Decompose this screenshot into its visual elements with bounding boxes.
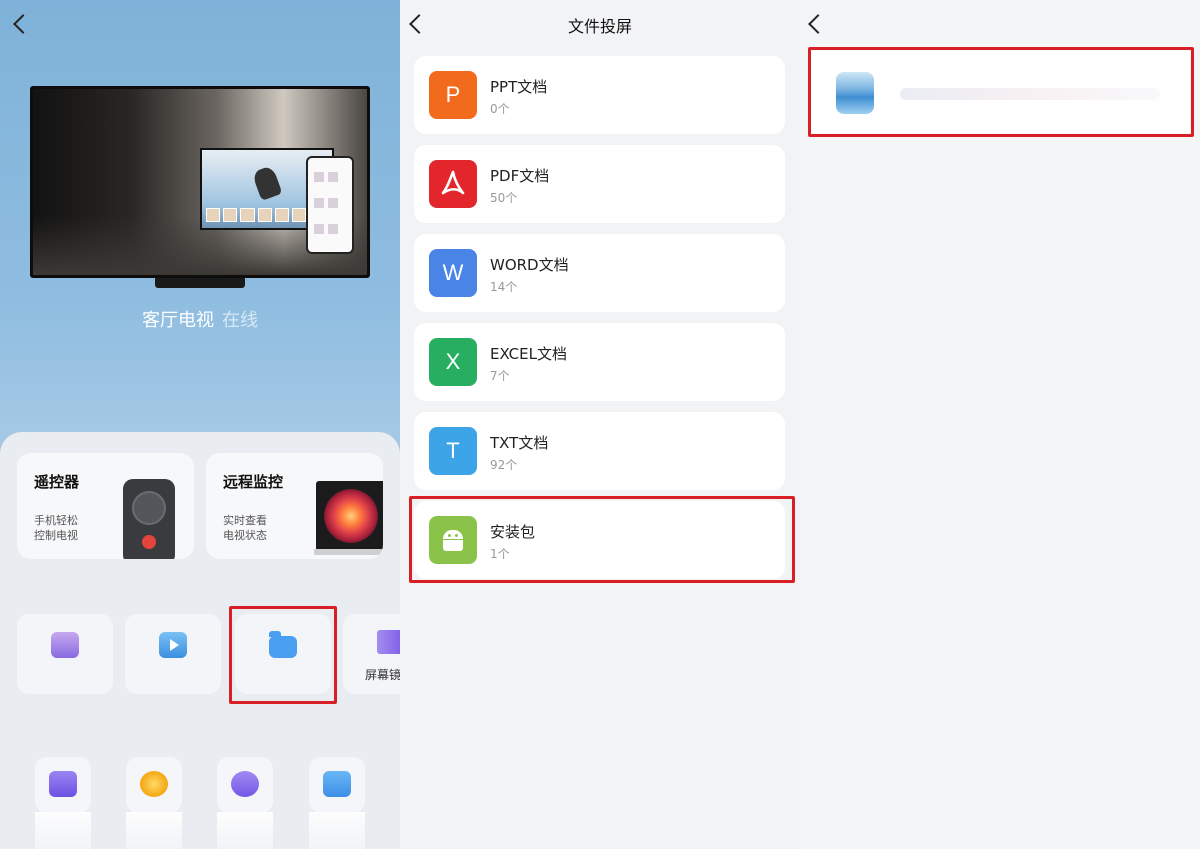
remote-control-card[interactable]: 遥控器 手机轻松 控制电视 xyxy=(17,453,194,559)
photo-cast-tile[interactable] xyxy=(17,614,113,694)
tv-stand xyxy=(155,278,245,288)
category-ppt[interactable]: P PPT文档 0个 xyxy=(414,56,785,134)
highlight-file-tile xyxy=(229,606,337,704)
screenshot-root: 客厅电视 在线 遥控器 手机轻松 控制电视 远程监控 实时查看 电视状态 屏幕镜… xyxy=(0,0,1200,849)
image-icon xyxy=(51,632,79,658)
phone-overlay xyxy=(306,156,354,254)
excel-icon: X xyxy=(429,338,477,386)
device-online-status: 在线 xyxy=(222,310,258,331)
highlight-package-item xyxy=(808,47,1194,137)
category-count: 7个 xyxy=(490,369,510,383)
remote-card-subtitle: 手机轻松 控制电视 xyxy=(34,514,78,542)
screen-mirror-tile[interactable]: 屏幕镜 xyxy=(343,614,400,694)
video-play-icon xyxy=(159,632,187,658)
back-icon[interactable] xyxy=(13,14,33,34)
category-name: PDF文档 xyxy=(490,167,550,185)
category-count: 0个 xyxy=(490,102,510,116)
highlight-apk-category xyxy=(409,496,795,583)
category-pdf[interactable]: PDF文档 50个 xyxy=(414,145,785,223)
category-count: 92个 xyxy=(490,458,518,472)
shortcut-camera[interactable] xyxy=(309,757,365,813)
package-list-panel xyxy=(800,0,1200,849)
page-title: 文件投屏 xyxy=(567,17,632,36)
pdf-icon xyxy=(429,160,477,208)
category-word[interactable]: W WORD文档 14个 xyxy=(414,234,785,312)
remote-monitor-card[interactable]: 远程监控 实时查看 电视状态 xyxy=(206,453,383,559)
video-cast-tile[interactable] xyxy=(125,614,221,694)
category-count: 50个 xyxy=(490,191,518,205)
category-name: TXT文档 xyxy=(490,434,549,452)
monitor-card-subtitle: 实时查看 电视状态 xyxy=(223,514,267,542)
txt-icon: T xyxy=(429,427,477,475)
magic-star-icon xyxy=(140,771,168,797)
monitor-card-title: 远程监控 xyxy=(223,473,284,491)
category-name: EXCEL文档 xyxy=(490,345,567,363)
video-camera-icon xyxy=(323,771,351,797)
device-name: 客厅电视 xyxy=(142,310,214,331)
shortcut-voice[interactable] xyxy=(217,757,273,813)
remote-card-title: 遥控器 xyxy=(34,473,80,491)
tv-screen-icon xyxy=(49,771,77,797)
ppt-icon: P xyxy=(429,71,477,119)
device-home-panel: 客厅电视 在线 遥控器 手机轻松 控制电视 远程监控 实时查看 电视状态 屏幕镜 xyxy=(0,0,400,849)
laptop-icon xyxy=(316,481,383,551)
word-icon: W xyxy=(429,249,477,297)
back-icon[interactable] xyxy=(808,14,828,34)
category-txt[interactable]: T TXT文档 92个 xyxy=(414,412,785,490)
category-name: WORD文档 xyxy=(490,256,569,274)
shortcut-tv-screen[interactable] xyxy=(35,757,91,813)
category-name: PPT文档 xyxy=(490,78,548,96)
device-status: 客厅电视 在线 xyxy=(0,306,400,332)
tv-preview-image xyxy=(30,86,370,278)
category-excel[interactable]: X EXCEL文档 7个 xyxy=(414,323,785,401)
screen-mirror-label: 屏幕镜 xyxy=(365,668,400,682)
category-count: 14个 xyxy=(490,280,518,294)
remote-control-icon xyxy=(123,479,175,559)
screen-mirror-icon xyxy=(377,630,400,654)
shortcut-magic[interactable] xyxy=(126,757,182,813)
voice-icon xyxy=(231,771,259,797)
file-cast-panel: 文件投屏 P PPT文档 0个 PDF文档 50个 W WORD文档 14个 X… xyxy=(400,0,800,849)
